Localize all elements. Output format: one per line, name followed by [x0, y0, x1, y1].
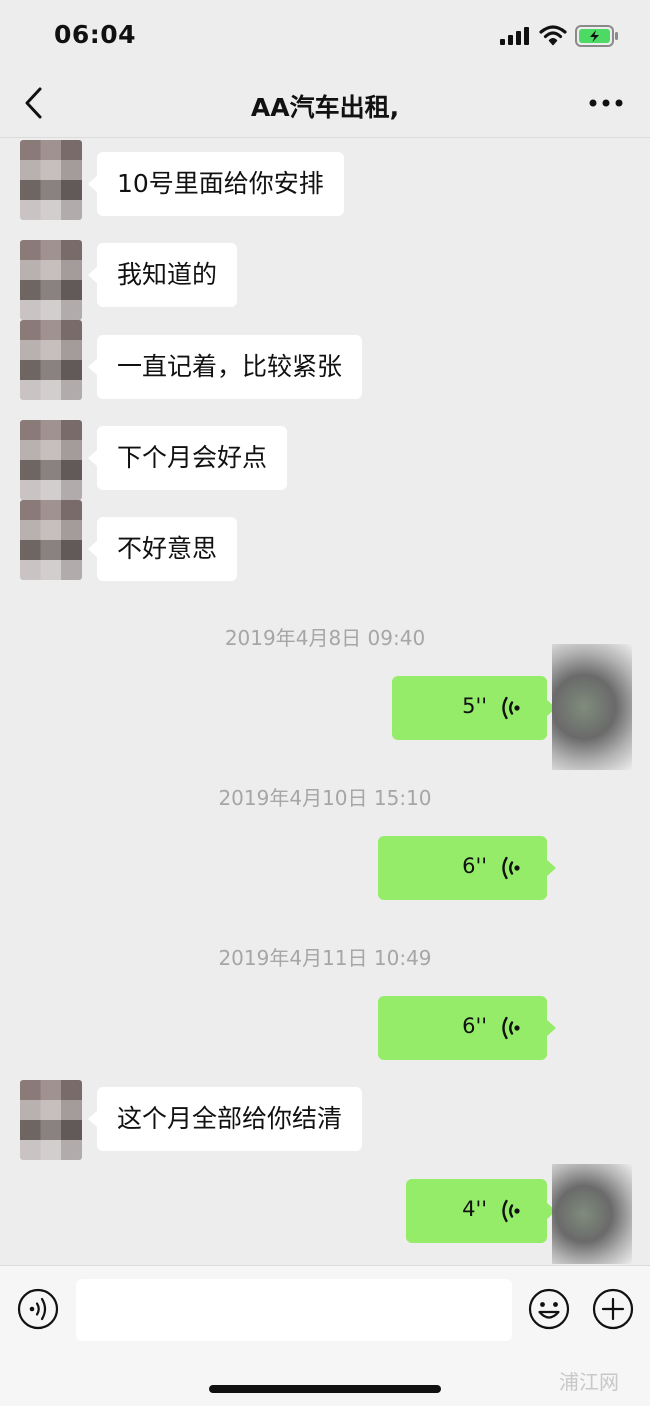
- home-indicator: [209, 1385, 441, 1393]
- emoji-icon[interactable]: [528, 1288, 570, 1330]
- voice-duration: 5'': [462, 694, 487, 718]
- incoming-message[interactable]: 一直记着，比较紧张: [87, 335, 363, 399]
- voice-duration: 4'': [462, 1197, 487, 1221]
- contact-avatar[interactable]: [20, 420, 82, 500]
- signal-icon: [500, 27, 529, 45]
- voice-wave-icon: [502, 1016, 520, 1040]
- voice-wave-icon: [502, 856, 520, 880]
- voice-message[interactable]: 6'': [378, 996, 556, 1060]
- battery-icon: [575, 25, 618, 47]
- incoming-message[interactable]: 不好意思: [87, 517, 238, 581]
- chat-area[interactable]: 10号里面给你安排 我知道的 一直记着，比较紧张 下个月会好点 不好意思 201…: [0, 139, 650, 1265]
- voice-toggle-icon[interactable]: [17, 1288, 59, 1330]
- watermark-logo: 浦江网: [559, 1370, 619, 1394]
- self-avatar[interactable]: [552, 1164, 632, 1264]
- contact-avatar[interactable]: [20, 240, 82, 320]
- contact-avatar[interactable]: [20, 320, 82, 400]
- voice-duration: 6'': [462, 854, 487, 878]
- status-bar: 06:04: [0, 0, 650, 70]
- voice-message[interactable]: 4'': [406, 1179, 556, 1243]
- more-icon[interactable]: [588, 98, 624, 108]
- voice-wave-icon: [502, 696, 520, 720]
- voice-duration: 6'': [462, 1014, 487, 1038]
- incoming-message[interactable]: 这个月全部给你结清: [87, 1087, 363, 1151]
- incoming-message[interactable]: 我知道的: [87, 243, 238, 307]
- nav-bar: AA汽车出租,: [0, 70, 650, 138]
- message-input[interactable]: [76, 1279, 512, 1341]
- incoming-message[interactable]: 10号里面给你安排: [88, 152, 344, 216]
- self-avatar[interactable]: [552, 644, 632, 770]
- input-bar: 浦江网: [0, 1265, 650, 1406]
- chat-title: AA汽车出租,: [250, 93, 400, 122]
- contact-avatar[interactable]: [20, 1080, 82, 1160]
- voice-message[interactable]: 5'': [392, 676, 556, 740]
- voice-message[interactable]: 6'': [378, 836, 556, 900]
- wifi-icon: [539, 25, 567, 46]
- message-timestamp: 2019年4月11日 10:49: [218, 946, 432, 970]
- incoming-message[interactable]: 下个月会好点: [87, 426, 288, 490]
- contact-avatar[interactable]: [20, 140, 82, 220]
- status-time: 06:04: [54, 20, 137, 49]
- plus-icon[interactable]: [592, 1288, 634, 1330]
- voice-wave-icon: [502, 1199, 520, 1223]
- contact-avatar[interactable]: [20, 500, 82, 580]
- message-timestamp: 2019年4月10日 15:10: [218, 786, 432, 810]
